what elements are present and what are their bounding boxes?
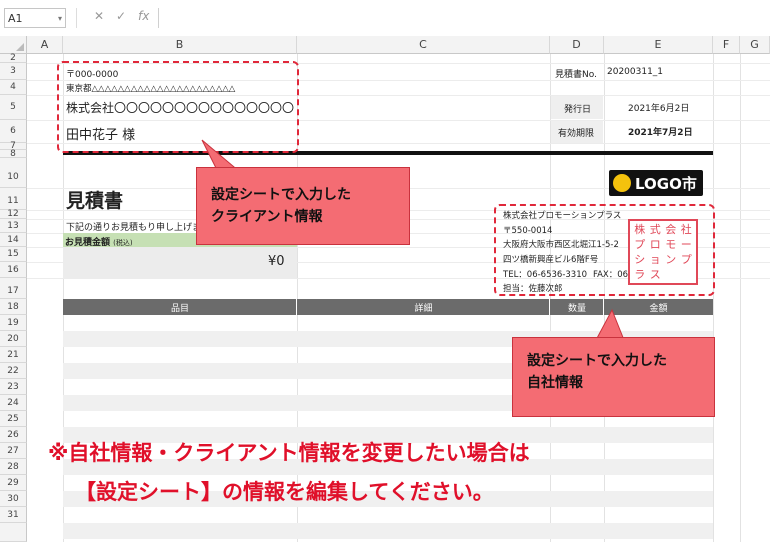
row-header[interactable]: 18 bbox=[0, 299, 27, 315]
row-header[interactable] bbox=[0, 523, 27, 542]
client-info-highlight bbox=[57, 61, 299, 153]
row-header[interactable]: 30 bbox=[0, 491, 27, 507]
header-item: 品目 bbox=[170, 304, 189, 314]
estimate-no-value: 20200311_1 bbox=[607, 67, 664, 77]
header-detail: 詳細 bbox=[414, 304, 433, 314]
document-title: 見積書 bbox=[66, 190, 124, 212]
row-header[interactable]: 14 bbox=[0, 233, 27, 247]
row-header[interactable]: 27 bbox=[0, 443, 27, 459]
formula-input[interactable] bbox=[158, 8, 770, 28]
column-header-b[interactable]: B bbox=[63, 36, 297, 54]
logo-mark-icon bbox=[613, 174, 631, 192]
row-header[interactable]: 24 bbox=[0, 395, 27, 411]
select-all-corner[interactable] bbox=[0, 36, 27, 54]
row-header[interactable]: 12 bbox=[0, 210, 27, 219]
issue-date-value: 2021年6月2日 bbox=[628, 104, 690, 114]
row-header[interactable]: 29 bbox=[0, 475, 27, 491]
company-logo: LOGO市 bbox=[609, 170, 703, 196]
amount-value: ¥0 bbox=[268, 254, 285, 269]
issue-date-label: 発行日 bbox=[564, 105, 592, 115]
divider bbox=[76, 8, 77, 28]
divider bbox=[549, 299, 550, 315]
column-header-e[interactable]: E bbox=[604, 36, 713, 54]
row-header[interactable]: 15 bbox=[0, 247, 27, 262]
row-header[interactable]: 19 bbox=[0, 315, 27, 331]
row-header[interactable]: 5 bbox=[0, 95, 27, 120]
estimate-no-label: 見積書No. bbox=[555, 70, 597, 80]
divider bbox=[296, 299, 297, 315]
notice-line-2: 【設定シート】の情報を編集してください。 bbox=[75, 480, 494, 504]
column-header-d[interactable]: D bbox=[550, 36, 604, 54]
name-box[interactable]: A1 ▾ bbox=[4, 8, 66, 28]
row-header[interactable]: 22 bbox=[0, 363, 27, 379]
row-header[interactable]: 25 bbox=[0, 411, 27, 427]
logo-text: LOGO市 bbox=[635, 175, 697, 193]
company-info-callout: 設定シートで入力した 自社情報 bbox=[512, 337, 715, 417]
expiry-date-value: 2021年7月2日 bbox=[628, 128, 693, 138]
gridline bbox=[740, 54, 741, 542]
expiry-date-label: 有効期限 bbox=[558, 129, 595, 139]
row-header[interactable]: 2 bbox=[0, 54, 27, 63]
row-header[interactable]: 11 bbox=[0, 188, 27, 210]
amount-cell bbox=[63, 247, 297, 278]
client-info-callout: 設定シートで入力した クライアント情報 bbox=[196, 167, 410, 245]
column-header-a[interactable]: A bbox=[27, 36, 63, 54]
row-header[interactable]: 13 bbox=[0, 219, 27, 233]
row-header[interactable]: 16 bbox=[0, 262, 27, 278]
column-header-c[interactable]: C bbox=[297, 36, 550, 54]
row-header[interactable]: 23 bbox=[0, 379, 27, 395]
company-info-highlight bbox=[494, 204, 715, 296]
row-header[interactable]: 6 bbox=[0, 120, 27, 143]
cancel-icon[interactable]: ✕ bbox=[94, 9, 104, 23]
callout-line: 設定シートで入力した bbox=[527, 353, 667, 369]
corner-triangle-icon bbox=[16, 43, 24, 51]
column-header-f[interactable]: F bbox=[713, 36, 740, 54]
row-header[interactable]: 31 bbox=[0, 507, 27, 523]
row-header[interactable]: 10 bbox=[0, 158, 27, 188]
column-header-g[interactable]: G bbox=[740, 36, 770, 54]
row-header[interactable]: 28 bbox=[0, 459, 27, 475]
chevron-down-icon[interactable]: ▾ bbox=[58, 9, 62, 29]
callout-line: クライアント情報 bbox=[211, 209, 323, 225]
check-icon[interactable]: ✓ bbox=[116, 9, 126, 23]
notice-line-1: ※自社情報・クライアント情報を変更したい場合は bbox=[48, 441, 530, 465]
gridline bbox=[713, 54, 714, 542]
row-header[interactable]: 20 bbox=[0, 331, 27, 347]
row-header[interactable]: 4 bbox=[0, 80, 27, 95]
callout-line: 設定シートで入力した bbox=[211, 187, 351, 203]
callout-line: 自社情報 bbox=[527, 375, 583, 391]
formula-bar: A1 ▾ ✕ ✓ fx bbox=[0, 0, 770, 37]
function-icon[interactable]: fx bbox=[138, 9, 149, 23]
table-row bbox=[63, 523, 713, 539]
row-header[interactable]: 8 bbox=[0, 150, 27, 159]
row-header[interactable]: 3 bbox=[0, 63, 27, 80]
row-header[interactable]: 17 bbox=[0, 278, 27, 299]
row-header[interactable]: 21 bbox=[0, 347, 27, 363]
row-header[interactable]: 26 bbox=[0, 427, 27, 443]
